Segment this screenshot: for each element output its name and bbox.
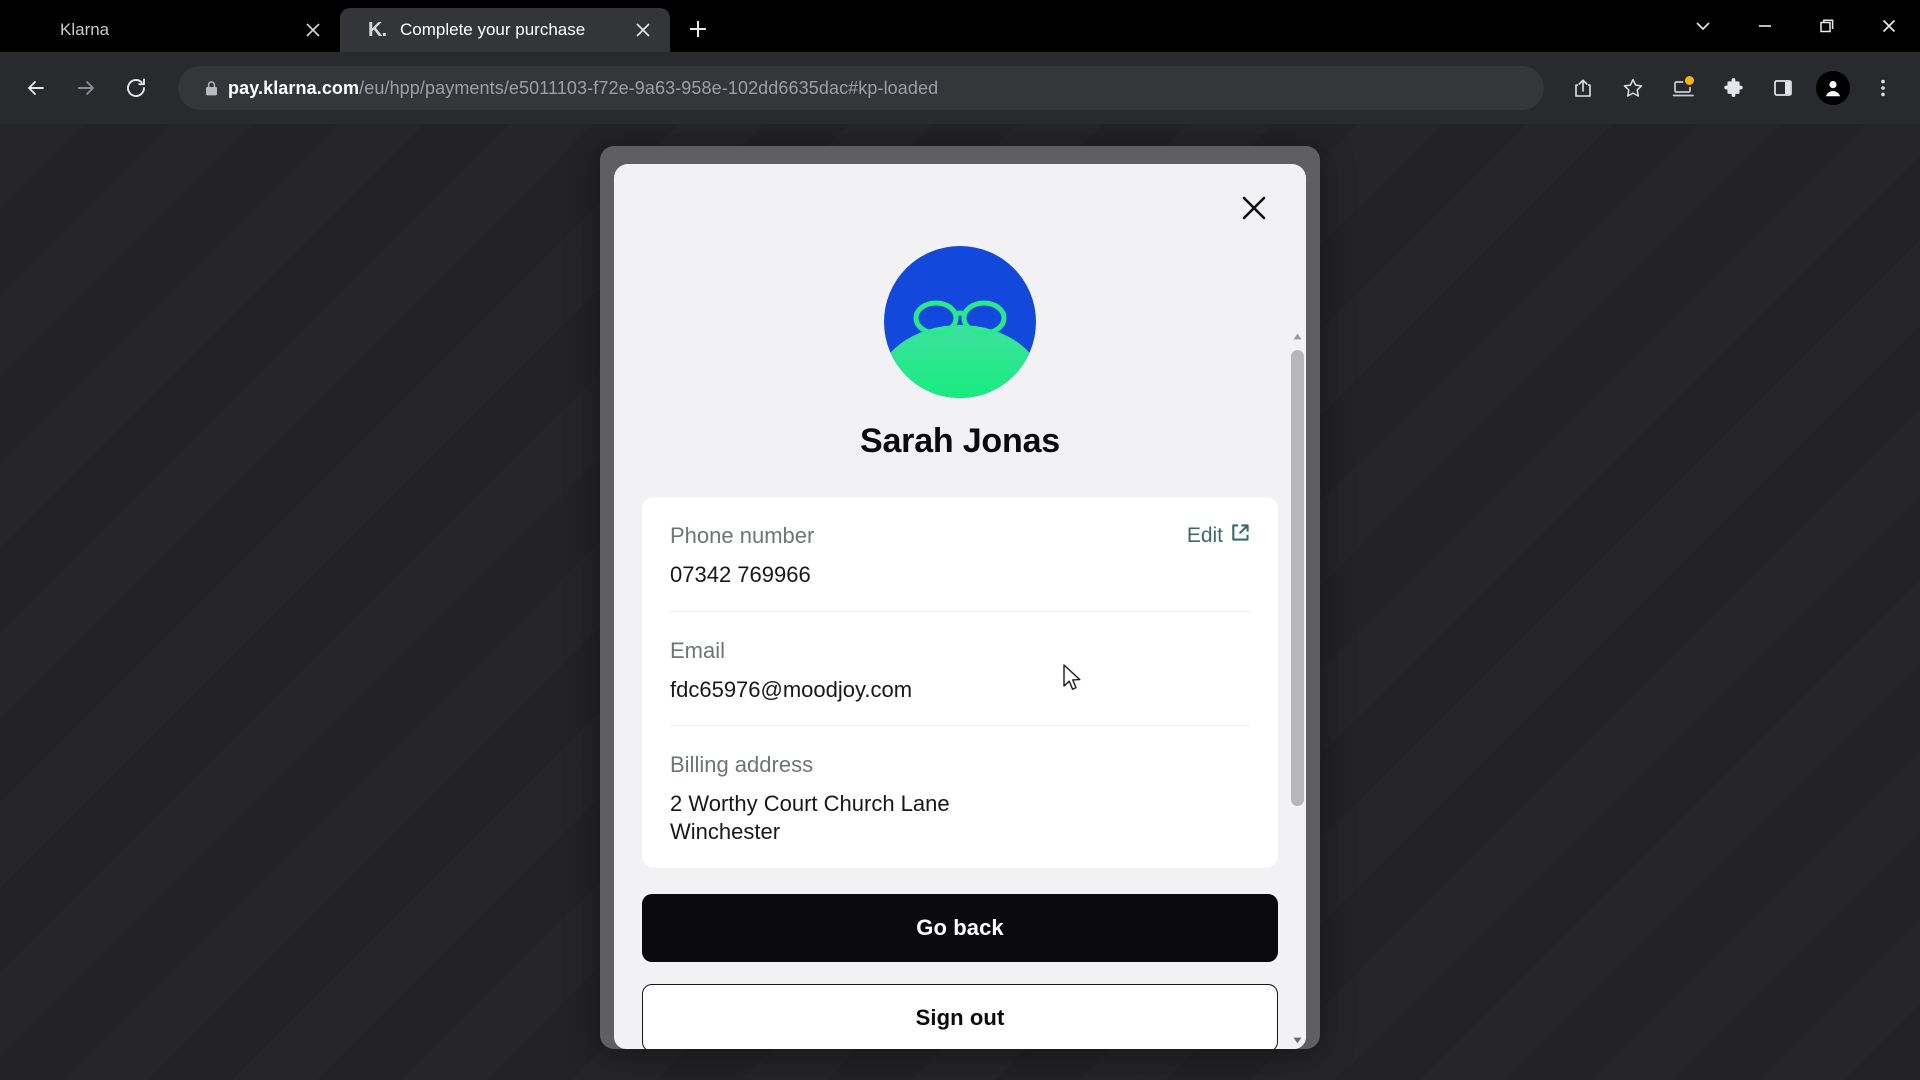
back-button[interactable] (14, 66, 58, 110)
info-row-billing-address: Billing address 2 Worthy Court Church La… (670, 726, 1250, 867)
info-value: 2 Worthy Court Church Lane Winchester (670, 791, 950, 845)
profile-info-card: Phone number 07342 769966 Edit Email fdc… (642, 497, 1278, 868)
forward-button[interactable] (64, 66, 108, 110)
info-label: Email (670, 637, 726, 663)
modal-header (614, 164, 1306, 246)
modal-scroll-region: Sarah Jonas Phone number 07342 769966 Ed… (614, 246, 1306, 1049)
bookmark-star-icon[interactable] (1610, 65, 1656, 111)
tab-strip: Klarna K. Complete your purchase (0, 0, 1920, 52)
close-window-button[interactable] (1858, 0, 1920, 52)
external-link-icon (1231, 523, 1250, 548)
reload-button[interactable] (114, 66, 158, 110)
tab-close-icon[interactable] (630, 17, 656, 43)
browser-toolbar: pay.klarna.com/eu/hpp/payments/e5011103-… (0, 52, 1920, 124)
extensions-puzzle-icon[interactable] (1710, 65, 1756, 111)
tab-title: Complete your purchase (400, 20, 586, 39)
edit-link-label: Edit (1186, 523, 1223, 547)
modal-actions: Go back Sign out (614, 868, 1306, 1049)
go-back-button[interactable]: Go back (642, 893, 1278, 962)
url-path: /eu/hpp/payments/e5011103-f72e-9a63-958e… (359, 77, 939, 98)
page-content: Sarah Jonas Phone number 07342 769966 Ed… (0, 124, 1920, 1080)
tab-complete-your-purchase[interactable]: K. Complete your purchase (340, 8, 670, 52)
info-label: Billing address (670, 752, 814, 778)
avatar (1816, 71, 1850, 105)
profile-section: Sarah Jonas (614, 246, 1306, 461)
device-cast-icon[interactable] (1660, 65, 1706, 111)
edit-phone-number-link[interactable]: Edit (1187, 523, 1250, 548)
more-menu-icon[interactable] (1860, 65, 1906, 111)
glasses-shape (884, 298, 1036, 338)
sign-out-button[interactable]: Sign out (642, 983, 1278, 1049)
url-text: pay.klarna.com/eu/hpp/payments/e5011103-… (228, 78, 938, 99)
lock-icon (194, 80, 228, 97)
info-row-phone-number: Phone number 07342 769966 Edit (670, 497, 1250, 612)
new-tab-button[interactable] (678, 9, 718, 49)
tab-close-icon[interactable] (300, 17, 326, 43)
tab-klarna[interactable]: Klarna (0, 8, 340, 52)
url-host: pay.klarna.com (228, 77, 360, 98)
info-row-email: Email fdc65976@moodjoy.com (670, 612, 1250, 727)
update-badge (1683, 74, 1696, 87)
klarna-k-icon: K. (368, 18, 387, 41)
profile-name: Sarah Jonas (859, 422, 1060, 460)
maximize-button[interactable] (1796, 0, 1858, 52)
scrollbar-thumb[interactable] (1291, 350, 1304, 806)
info-value: 07342 769966 (670, 562, 811, 587)
glasses-avatar-icon (884, 246, 1036, 398)
klarna-modal-backdrop: Sarah Jonas Phone number 07342 769966 Ed… (600, 146, 1320, 1049)
tab-title: Klarna (60, 20, 110, 39)
scroll-up-arrow-icon[interactable] (1289, 328, 1306, 345)
tab-search-button[interactable] (1672, 0, 1734, 52)
tab-favicon-placeholder (26, 19, 48, 41)
profile-avatar-icon[interactable] (1810, 65, 1856, 111)
close-icon[interactable] (1234, 188, 1274, 228)
modal-scrollbar[interactable] (1289, 328, 1306, 1049)
side-panel-icon[interactable] (1760, 65, 1806, 111)
share-icon[interactable] (1560, 65, 1606, 111)
toolbar-icons (1560, 65, 1906, 111)
browser-window: Klarna K. Complete your purchase pay.kla… (0, 0, 1920, 1080)
info-label: Phone number (670, 523, 815, 548)
minimize-button[interactable] (1734, 0, 1796, 52)
klarna-profile-modal: Sarah Jonas Phone number 07342 769966 Ed… (614, 164, 1306, 1049)
scroll-down-arrow-icon[interactable] (1289, 1032, 1306, 1049)
info-value: fdc65976@moodjoy.com (670, 676, 913, 702)
window-controls (1672, 0, 1920, 52)
address-bar[interactable]: pay.klarna.com/eu/hpp/payments/e5011103-… (178, 66, 1544, 110)
